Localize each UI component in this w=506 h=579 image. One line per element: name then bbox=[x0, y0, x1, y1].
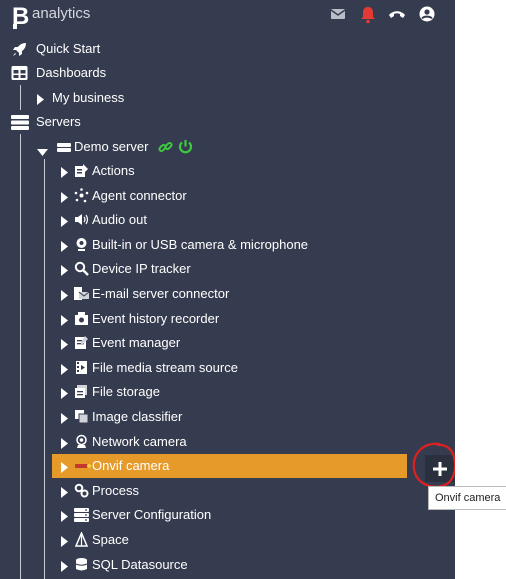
tree-item-space[interactable]: Space bbox=[0, 528, 455, 552]
link-icon[interactable] bbox=[158, 140, 174, 156]
tree-item-event-manager[interactable]: Event manager bbox=[0, 331, 455, 355]
server-config-icon bbox=[74, 507, 90, 523]
tree-item-device-ip-tracker[interactable]: Device IP tracker bbox=[0, 257, 455, 281]
tooltip: Onvif camera bbox=[428, 486, 506, 510]
nav-item-my-business[interactable]: My business bbox=[0, 86, 455, 110]
tree-item-image-classifier[interactable]: Image classifier bbox=[0, 405, 455, 429]
search-icon bbox=[74, 261, 90, 277]
recorder-icon bbox=[74, 311, 90, 327]
red-circle-annotation bbox=[412, 442, 455, 488]
tree-item-actions[interactable]: Actions bbox=[0, 159, 455, 183]
tree-item-server-configuration[interactable]: Server Configuration bbox=[0, 503, 455, 527]
nav-item-dashboards[interactable]: Dashboards bbox=[0, 61, 455, 85]
agent-icon bbox=[74, 188, 90, 204]
caret-right-icon[interactable] bbox=[37, 92, 44, 110]
mail-icon[interactable] bbox=[330, 6, 346, 27]
nav-label: My business bbox=[52, 90, 125, 105]
film-icon bbox=[74, 360, 90, 376]
top-bar: B analytics bbox=[0, 0, 455, 34]
webcam-icon bbox=[74, 237, 90, 253]
server-stack-icon bbox=[11, 114, 29, 130]
caret-right-icon[interactable] bbox=[61, 460, 68, 478]
tree-item-label: Space bbox=[92, 532, 129, 547]
nav-item-quick-start[interactable]: Quick Start bbox=[0, 37, 455, 61]
nav-label: Servers bbox=[36, 114, 81, 129]
tree-item-label: Audio out bbox=[92, 212, 147, 227]
speaker-icon bbox=[74, 212, 90, 228]
actions-icon bbox=[74, 163, 90, 179]
tree-item-label: File media stream source bbox=[92, 360, 238, 375]
power-icon[interactable] bbox=[178, 139, 194, 155]
tree-item-label: SQL Datasource bbox=[92, 557, 188, 572]
server-label: Demo server bbox=[74, 139, 149, 154]
tree-item-e-mail-server-connector[interactable]: E-mail server connector bbox=[0, 282, 455, 306]
tree-item-label: Actions bbox=[92, 163, 135, 178]
caret-right-icon[interactable] bbox=[61, 214, 68, 232]
caret-right-icon[interactable] bbox=[61, 436, 68, 454]
tree-item-audio-out[interactable]: Audio out bbox=[0, 208, 455, 232]
tree-item-label: Server Configuration bbox=[92, 507, 212, 522]
server-demo-server[interactable]: Demo server bbox=[0, 135, 455, 159]
nav-label: Dashboards bbox=[36, 65, 107, 80]
tree-item-network-camera[interactable]: Network camera bbox=[0, 430, 455, 454]
onvif-camera-icon bbox=[74, 458, 91, 474]
bell-icon[interactable] bbox=[360, 6, 376, 29]
rocket-icon bbox=[11, 41, 27, 57]
mail-server-icon bbox=[74, 286, 90, 302]
logo-b-icon: B bbox=[12, 3, 29, 30]
tree-item-event-history-recorder[interactable]: Event history recorder bbox=[0, 307, 455, 331]
tree-item-label: Device IP tracker bbox=[92, 261, 191, 276]
caret-right-icon[interactable] bbox=[61, 239, 68, 257]
nav-item-servers[interactable]: Servers bbox=[0, 110, 455, 134]
nav-label: Quick Start bbox=[36, 41, 101, 56]
phone-hangup-icon[interactable] bbox=[388, 6, 406, 27]
network-camera-icon bbox=[74, 434, 90, 450]
caret-right-icon[interactable] bbox=[61, 411, 68, 429]
tree-item-label: Image classifier bbox=[92, 409, 183, 424]
tree-item-process[interactable]: Process bbox=[0, 479, 455, 503]
tree-item-label: Event manager bbox=[92, 335, 181, 350]
caret-right-icon[interactable] bbox=[61, 485, 68, 503]
classifier-icon bbox=[74, 409, 90, 425]
brand-wordmark: analytics bbox=[32, 5, 91, 22]
brand-logo[interactable]: B bbox=[12, 3, 30, 34]
tree-item-label: Network camera bbox=[92, 434, 187, 449]
app-shell: B analytics Quick Start Dashboards My bu… bbox=[0, 0, 455, 579]
tree-item-label: Event history recorder bbox=[92, 311, 220, 326]
tree-item-file-media-stream-source[interactable]: File media stream source bbox=[0, 356, 455, 380]
tree-item-onvif-camera[interactable]: Onvif camera bbox=[0, 454, 455, 482]
file-storage-icon bbox=[74, 384, 90, 400]
tree-item-file-storage[interactable]: File storage bbox=[0, 380, 455, 404]
grid-table-icon bbox=[11, 65, 28, 81]
caret-right-icon[interactable] bbox=[61, 313, 68, 331]
tree-item-label: Built-in or USB camera & microphone bbox=[92, 237, 309, 252]
caret-right-icon[interactable] bbox=[61, 534, 68, 552]
user-account-icon[interactable] bbox=[419, 6, 435, 27]
tree-item-built-in-or-usb-camera-microphone[interactable]: Built-in or USB camera & microphone bbox=[0, 233, 455, 257]
database-icon bbox=[74, 557, 90, 573]
caret-right-icon[interactable] bbox=[61, 263, 68, 281]
caret-right-icon[interactable] bbox=[61, 165, 68, 183]
tree-item-sql-datasource[interactable]: SQL Datasource bbox=[0, 553, 455, 577]
caret-right-icon[interactable] bbox=[61, 362, 68, 380]
tree-item-label: Agent connector bbox=[92, 188, 187, 203]
caret-right-icon[interactable] bbox=[61, 337, 68, 355]
caret-right-icon[interactable] bbox=[61, 288, 68, 306]
process-icon bbox=[74, 483, 90, 499]
tree-item-agent-connector[interactable]: Agent connector bbox=[0, 184, 455, 208]
tree-item-label: Process bbox=[92, 483, 139, 498]
tree-item-label: E-mail server connector bbox=[92, 286, 230, 301]
caret-right-icon[interactable] bbox=[61, 386, 68, 404]
caret-right-icon[interactable] bbox=[61, 190, 68, 208]
caret-right-icon[interactable] bbox=[61, 509, 68, 527]
tree-item-label: Onvif camera bbox=[92, 458, 170, 473]
tree-item-label: File storage bbox=[92, 384, 160, 399]
event-manager-icon bbox=[74, 335, 90, 351]
server-icon bbox=[57, 140, 73, 156]
caret-right-icon[interactable] bbox=[61, 559, 68, 577]
space-icon bbox=[74, 531, 90, 548]
